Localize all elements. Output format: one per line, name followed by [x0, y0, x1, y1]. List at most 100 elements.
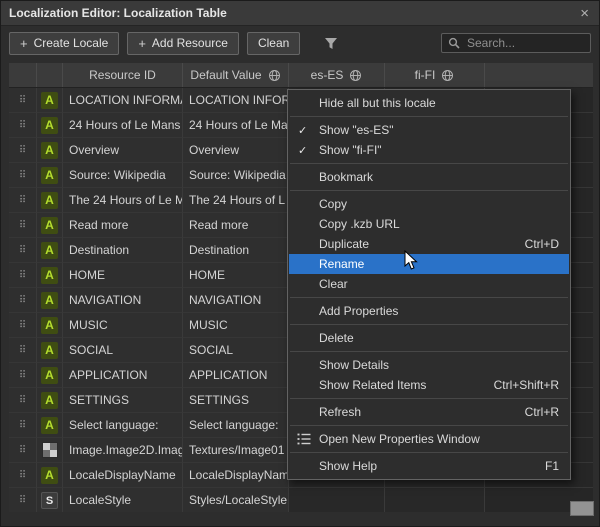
resource-id-cell[interactable]: SETTINGS: [63, 388, 183, 413]
add-resource-button[interactable]: + Add Resource: [127, 32, 239, 55]
row-drag-handle[interactable]: ⠿: [9, 188, 37, 213]
header-icon-cell: [37, 63, 63, 87]
row-drag-handle[interactable]: ⠿: [9, 163, 37, 188]
default-value-cell[interactable]: Read more: [183, 213, 289, 238]
clean-button[interactable]: Clean: [247, 32, 300, 55]
row-drag-handle[interactable]: ⠿: [9, 88, 37, 113]
row-drag-handle[interactable]: ⠿: [9, 213, 37, 238]
default-value-cell[interactable]: NAVIGATION: [183, 288, 289, 313]
row-drag-handle[interactable]: ⠿: [9, 388, 37, 413]
resource-id-cell[interactable]: 24 Hours of Le Mans: [63, 113, 183, 138]
grip-icon: ⠿: [19, 370, 26, 381]
grip-icon: ⠿: [19, 495, 26, 506]
default-value-cell[interactable]: The 24 Hours of L: [183, 188, 289, 213]
create-locale-button[interactable]: + Create Locale: [9, 32, 119, 55]
menu-item-duplicate[interactable]: DuplicateCtrl+D: [289, 234, 569, 254]
default-value-cell[interactable]: HOME: [183, 263, 289, 288]
row-drag-handle[interactable]: ⠿: [9, 338, 37, 363]
text-resource-icon: A: [41, 342, 58, 359]
resource-id-cell[interactable]: Overview: [63, 138, 183, 163]
row-drag-handle[interactable]: ⠿: [9, 288, 37, 313]
resource-id-cell[interactable]: The 24 Hours of Le M: [63, 188, 183, 213]
locale-globe-icon: [268, 69, 281, 82]
default-value-cell[interactable]: Select language:: [183, 413, 289, 438]
row-drag-handle[interactable]: ⠿: [9, 313, 37, 338]
menu-item-hide-all-but-this-locale[interactable]: Hide all but this locale: [289, 93, 569, 113]
search-input[interactable]: [465, 35, 584, 51]
menu-item-show-details[interactable]: Show Details: [289, 355, 569, 375]
default-value-cell[interactable]: Source: Wikipedia: [183, 163, 289, 188]
resource-id-cell[interactable]: MUSIC: [63, 313, 183, 338]
row-drag-handle[interactable]: ⠿: [9, 113, 37, 138]
default-value-cell[interactable]: LOCATION INFOR: [183, 88, 289, 113]
resource-id-cell[interactable]: LocaleDisplayName: [63, 463, 183, 488]
search-box[interactable]: [441, 33, 591, 53]
grip-icon: ⠿: [19, 95, 26, 106]
menu-item-label: Show "fi-FI": [319, 143, 382, 157]
column-header-resource-id[interactable]: Resource ID: [63, 63, 183, 87]
header-filler-cell: [485, 63, 593, 87]
grip-icon: ⠿: [19, 270, 26, 281]
grip-icon: ⠿: [19, 345, 26, 356]
row-type-icon-cell: A: [37, 213, 63, 238]
menu-item-add-properties[interactable]: Add Properties: [289, 301, 569, 321]
menu-item-clear[interactable]: Clear: [289, 274, 569, 294]
column-header-default-value[interactable]: Default Value: [183, 63, 289, 87]
resource-id-cell[interactable]: Select language:: [63, 413, 183, 438]
filter-button[interactable]: [324, 37, 338, 50]
scrollbar-thumb[interactable]: [570, 501, 594, 516]
text-resource-icon: A: [41, 192, 58, 209]
row-drag-handle[interactable]: ⠿: [9, 463, 37, 488]
es-es-cell[interactable]: [289, 488, 385, 512]
row-drag-handle[interactable]: ⠿: [9, 438, 37, 463]
resource-id-cell[interactable]: HOME: [63, 263, 183, 288]
default-value-cell[interactable]: SETTINGS: [183, 388, 289, 413]
fi-fi-cell[interactable]: [385, 488, 485, 512]
default-value-cell[interactable]: LocaleDisplayNam: [183, 463, 289, 488]
resource-id-cell[interactable]: Image.Image2D.Imag: [63, 438, 183, 463]
default-value-cell[interactable]: Overview: [183, 138, 289, 163]
default-value-cell[interactable]: Styles/LocaleStyle: [183, 488, 289, 512]
close-icon[interactable]: ×: [578, 6, 591, 21]
menu-item-copy[interactable]: Copy: [289, 194, 569, 214]
table-row[interactable]: ⠿SLocaleStyleStyles/LocaleStyle: [9, 488, 593, 512]
row-drag-handle[interactable]: ⠿: [9, 413, 37, 438]
row-drag-handle[interactable]: ⠿: [9, 363, 37, 388]
resource-id-cell[interactable]: NAVIGATION: [63, 288, 183, 313]
default-value-cell[interactable]: 24 Hours of Le Ma: [183, 113, 289, 138]
menu-item-bookmark[interactable]: Bookmark: [289, 167, 569, 187]
menu-item-rename[interactable]: Rename: [289, 254, 569, 274]
resource-id-cell[interactable]: APPLICATION: [63, 363, 183, 388]
resource-id-cell[interactable]: Destination: [63, 238, 183, 263]
column-header-es-es[interactable]: es-ES: [289, 63, 385, 87]
row-drag-handle[interactable]: ⠿: [9, 238, 37, 263]
menu-item-label: Show Help: [319, 459, 377, 473]
resource-id-cell[interactable]: LocaleStyle: [63, 488, 183, 512]
row-drag-handle[interactable]: ⠿: [9, 138, 37, 163]
menu-separator: [290, 324, 568, 325]
menu-item-show-help[interactable]: Show HelpF1: [289, 456, 569, 476]
plus-icon: +: [20, 36, 28, 51]
default-value-cell[interactable]: Destination: [183, 238, 289, 263]
row-drag-handle[interactable]: ⠿: [9, 488, 37, 512]
grip-icon: ⠿: [19, 395, 26, 406]
default-value-cell[interactable]: SOCIAL: [183, 338, 289, 363]
menu-item-delete[interactable]: Delete: [289, 328, 569, 348]
menu-item-show-es-es[interactable]: ✓Show "es-ES": [289, 120, 569, 140]
column-header-fi-fi[interactable]: fi-FI: [385, 63, 485, 87]
resource-id-cell[interactable]: Read more: [63, 213, 183, 238]
default-value-cell[interactable]: MUSIC: [183, 313, 289, 338]
menu-item-open-new-properties-window[interactable]: Open New Properties Window: [289, 429, 569, 449]
text-resource-icon: A: [41, 142, 58, 159]
default-value-cell[interactable]: APPLICATION: [183, 363, 289, 388]
menu-item-show-related-items[interactable]: Show Related ItemsCtrl+Shift+R: [289, 375, 569, 395]
default-value-cell[interactable]: Textures/Image01: [183, 438, 289, 463]
resource-id-cell[interactable]: Source: Wikipedia: [63, 163, 183, 188]
menu-item-refresh[interactable]: RefreshCtrl+R: [289, 402, 569, 422]
resource-id-cell[interactable]: SOCIAL: [63, 338, 183, 363]
grip-icon: ⠿: [19, 320, 26, 331]
resource-id-cell[interactable]: LOCATION INFORMAT: [63, 88, 183, 113]
menu-item-copy-kzb-url[interactable]: Copy .kzb URL: [289, 214, 569, 234]
menu-item-show-fi-fi[interactable]: ✓Show "fi-FI": [289, 140, 569, 160]
row-drag-handle[interactable]: ⠿: [9, 263, 37, 288]
